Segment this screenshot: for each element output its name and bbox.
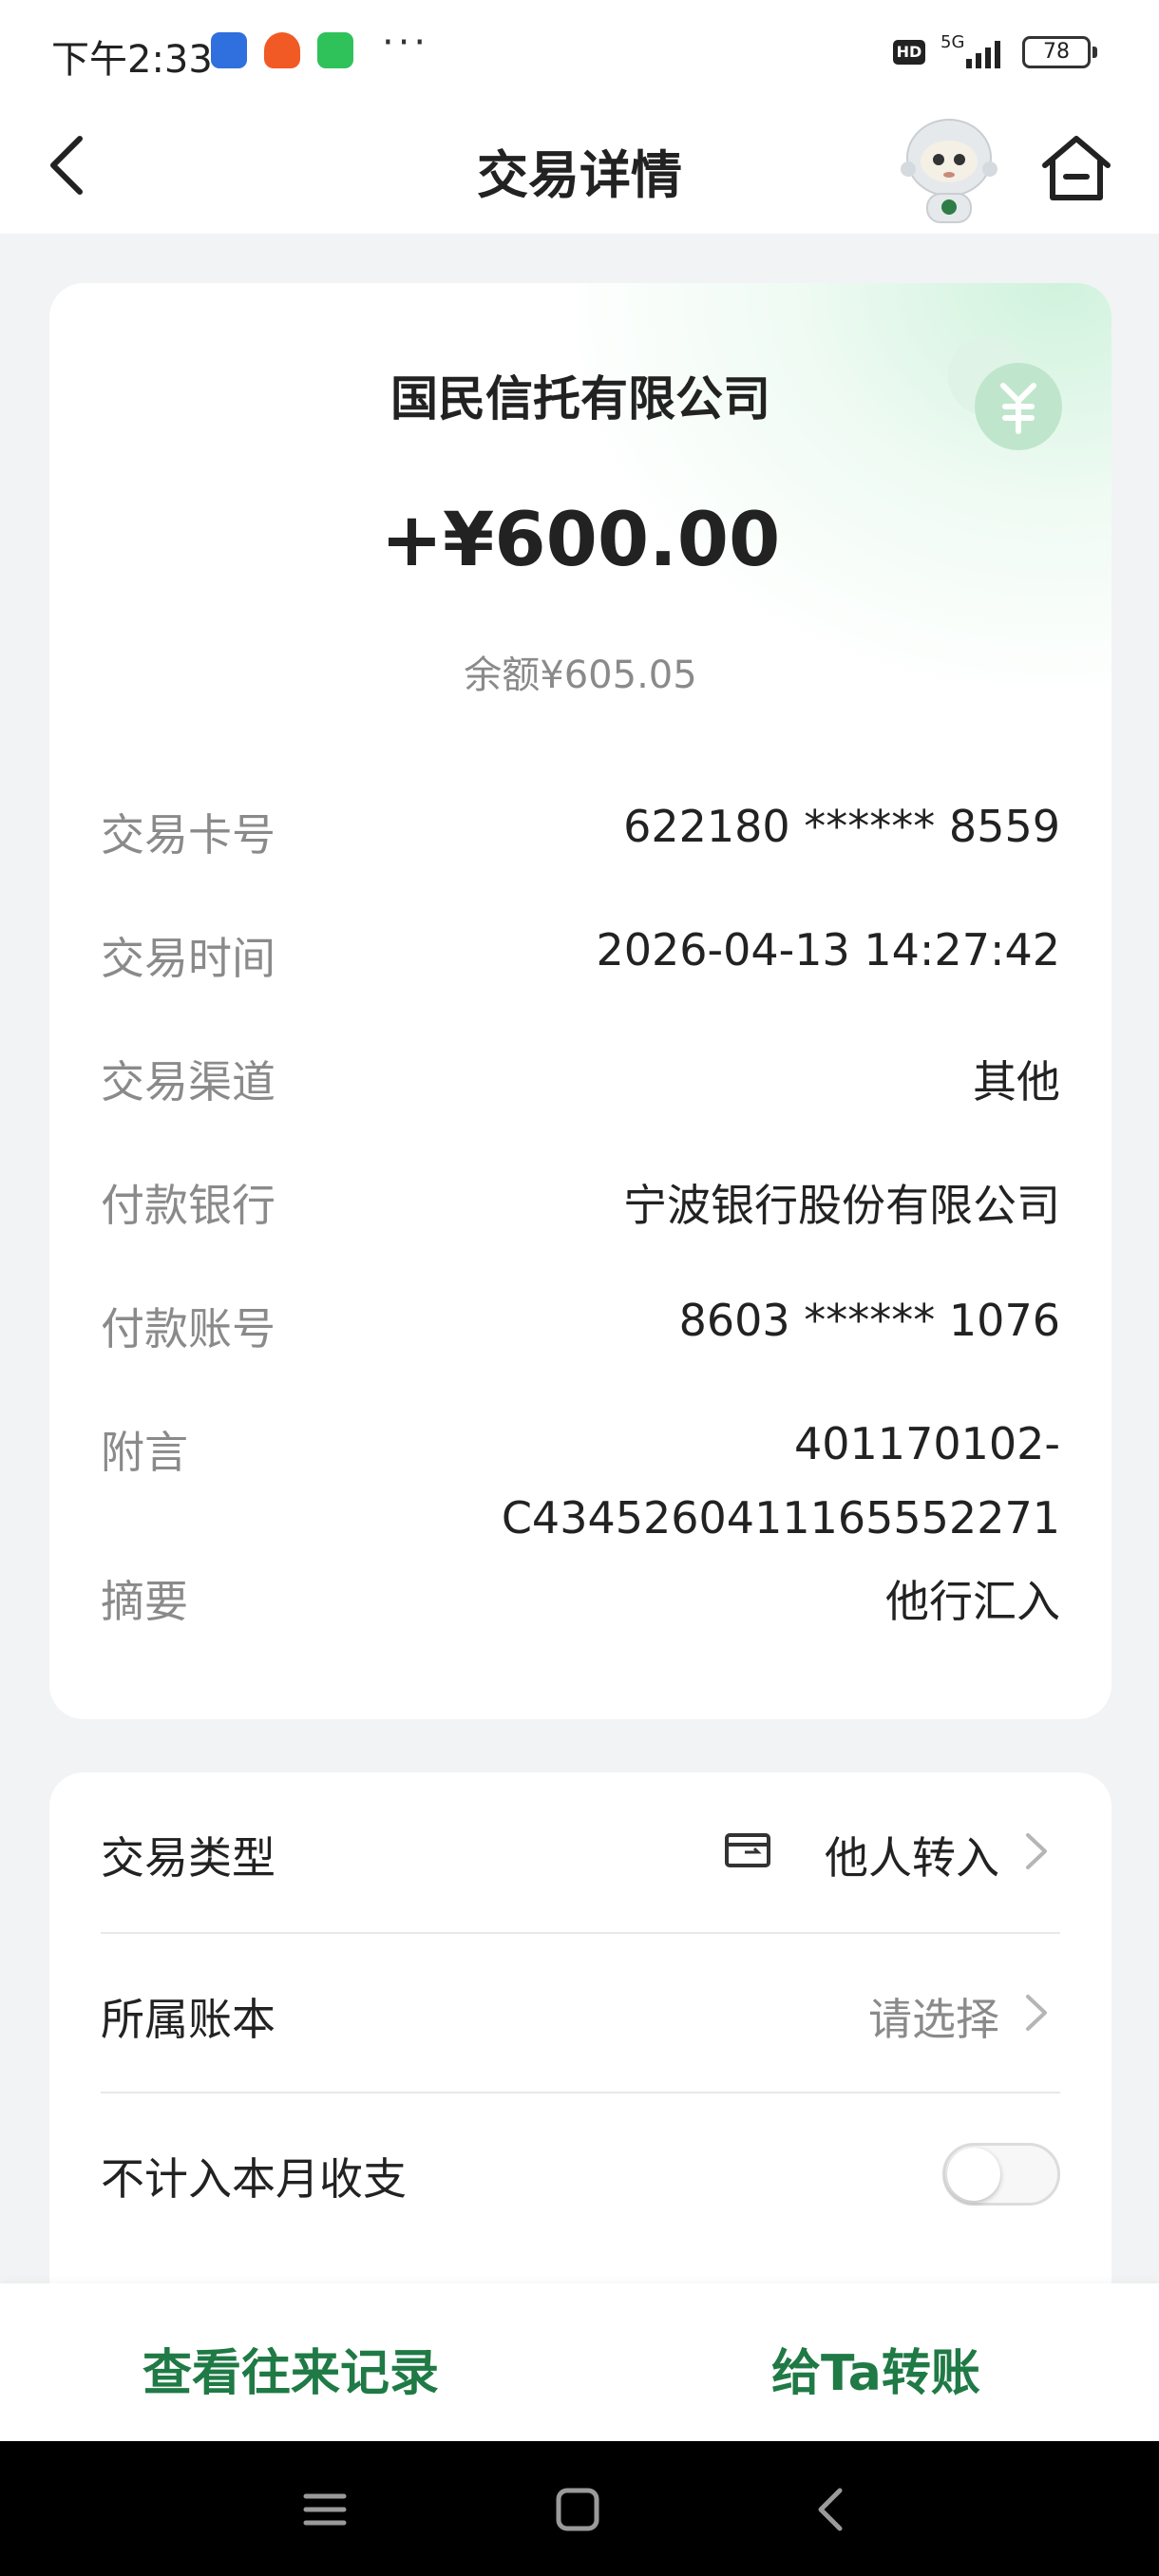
detail-label: 交易时间	[101, 933, 276, 984]
option-label: 不计入本月收支	[101, 2153, 407, 2205]
chevron-right-icon	[1026, 1833, 1047, 1869]
network-type: 5G	[940, 32, 965, 52]
transaction-amount: +¥600.00	[380, 498, 781, 583]
detail-label: 摘要	[101, 1576, 188, 1627]
taobao-notification-icon	[264, 32, 300, 68]
menu-icon[interactable]	[296, 2483, 353, 2536]
detail-value: 2026-04-13 14:27:42	[596, 924, 1060, 975]
transfer-to-button[interactable]: 给Ta转账	[771, 2333, 980, 2404]
wechat-notification-icon	[317, 32, 353, 68]
detail-value: 8603 ****** 1076	[678, 1295, 1060, 1346]
option-label: 所属账本	[101, 1994, 276, 2045]
detail-label: 付款账号	[101, 1303, 276, 1354]
action-bar: 查看往来记录 给Ta转账	[0, 2283, 1159, 2441]
robot-mascot-icon[interactable]	[897, 112, 1001, 228]
transaction-detail-screen: 下午2:33 ··· HD 5G 78 交易详情 国民信托有限公司 +¥600.…	[0, 0, 1159, 2576]
home-square-icon[interactable]	[549, 2483, 606, 2536]
status-time: 下午2:33	[51, 38, 213, 82]
app-notification-icon	[211, 32, 247, 68]
detail-label: 付款银行	[101, 1180, 276, 1231]
options-card: 交易类型 他人转入 所属账本 请选择 不计入本月收支	[49, 1772, 1112, 2304]
transfer-in-icon	[725, 1833, 770, 1867]
system-nav-bar	[0, 2441, 1159, 2576]
home-icon[interactable]	[1037, 131, 1115, 205]
more-notifications-icon: ···	[382, 21, 430, 65]
detail-value: 622180 ****** 8559	[623, 801, 1060, 852]
option-value: 请选择	[868, 1994, 999, 2045]
chevron-right-icon	[1026, 1995, 1047, 2031]
status-bar: 下午2:33 ··· HD 5G 78	[0, 0, 1159, 104]
exclude-monthly-toggle[interactable]	[942, 2143, 1060, 2206]
option-value: 他人转入	[825, 1832, 999, 1884]
toggle-knob	[947, 2148, 1000, 2201]
ledger-row[interactable]: 所属账本 请选择	[101, 1932, 1060, 2092]
detail-label: 交易卡号	[101, 809, 276, 861]
detail-value: 宁波银行股份有限公司	[623, 1180, 1060, 1231]
option-label: 交易类型	[101, 1832, 276, 1884]
exclude-monthly-row: 不计入本月收支	[101, 2092, 1060, 2251]
hd-icon: HD	[893, 40, 925, 65]
detail-value: 其他	[973, 1056, 1060, 1108]
detail-value-line2: C4345260411165552271	[501, 1492, 1060, 1544]
transaction-type-row[interactable]: 交易类型 他人转入	[101, 1772, 1060, 1932]
signal-icon	[966, 41, 1000, 68]
detail-label: 交易渠道	[101, 1056, 276, 1108]
transaction-card: 国民信托有限公司 +¥600.00 余额¥605.05 交易卡号 622180 …	[49, 283, 1112, 1719]
detail-value: 他行汇入	[885, 1576, 1060, 1627]
detail-value-line1: 401170102-	[794, 1418, 1060, 1469]
view-history-button[interactable]: 查看往来记录	[142, 2333, 439, 2404]
back-triangle-icon[interactable]	[804, 2483, 861, 2536]
battery-icon: 78	[1022, 36, 1097, 68]
nav-bar: 交易详情	[0, 104, 1159, 234]
payer-name: 国民信托有限公司	[390, 371, 770, 426]
detail-label: 附言	[101, 1427, 188, 1478]
account-balance: 余额¥605.05	[464, 653, 697, 697]
